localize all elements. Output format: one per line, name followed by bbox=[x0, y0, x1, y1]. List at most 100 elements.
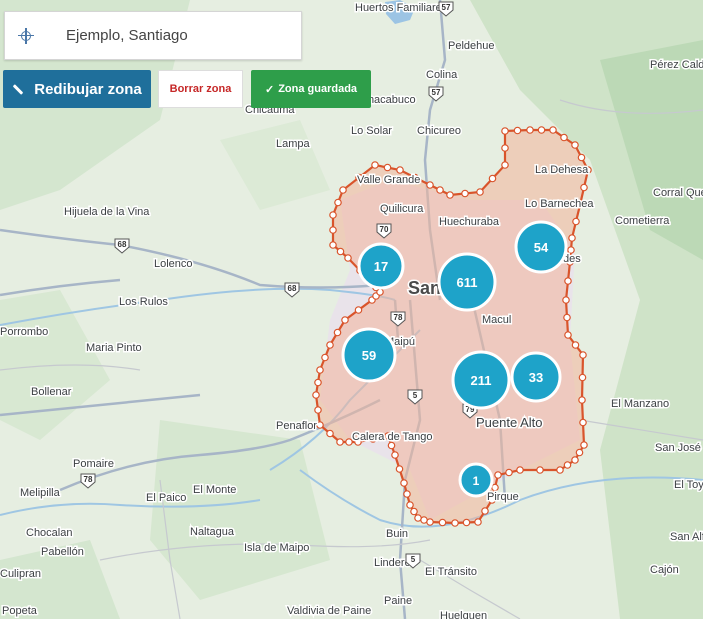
zone-vertex-handle[interactable] bbox=[526, 126, 534, 134]
place-label: Maria Pinto bbox=[86, 342, 142, 354]
zone-vertex-handle[interactable] bbox=[314, 378, 322, 387]
place-label: Culipran bbox=[0, 568, 41, 580]
zone-vertex-handle[interactable] bbox=[571, 341, 580, 349]
zone-vertex-handle[interactable] bbox=[505, 468, 513, 477]
zone-vertex-handle[interactable] bbox=[513, 126, 522, 135]
zone-vertex-handle[interactable] bbox=[400, 479, 408, 487]
zone-vertex-handle[interactable] bbox=[334, 198, 342, 207]
place-label: El Manzano bbox=[611, 398, 669, 410]
zone-vertex-handle[interactable] bbox=[560, 133, 568, 142]
cluster-marker[interactable]: 59 bbox=[341, 327, 397, 383]
zone-vertex-handle[interactable] bbox=[568, 234, 576, 242]
zone-vertex-handle[interactable] bbox=[563, 313, 571, 322]
zone-vertex-handle[interactable] bbox=[336, 438, 344, 446]
zone-vertex-handle[interactable] bbox=[462, 518, 471, 527]
zone-vertex-handle[interactable] bbox=[354, 306, 363, 314]
zone-vertex-handle[interactable] bbox=[446, 191, 454, 199]
zone-vertex-handle[interactable] bbox=[406, 501, 414, 509]
zone-vertex-handle[interactable] bbox=[314, 406, 322, 414]
zone-vertex-handle[interactable] bbox=[451, 519, 459, 527]
zone-vertex-handle[interactable] bbox=[321, 353, 329, 362]
zone-vertex-handle[interactable] bbox=[578, 396, 586, 404]
search-value[interactable]: Ejemplo, Santiago bbox=[66, 27, 188, 44]
zone-vertex-handle[interactable] bbox=[577, 153, 586, 162]
zone-vertex-handle[interactable] bbox=[491, 483, 499, 492]
zone-vertex-handle[interactable] bbox=[403, 490, 411, 498]
zone-vertex-handle[interactable] bbox=[488, 174, 497, 183]
zone-vertex-handle[interactable] bbox=[383, 163, 392, 172]
svg-text:57: 57 bbox=[442, 3, 451, 12]
place-label: Quilicura bbox=[380, 203, 424, 215]
place-label: Popeta bbox=[2, 605, 38, 617]
zone-vertex-handle[interactable] bbox=[580, 183, 588, 192]
zone-vertex-handle[interactable] bbox=[549, 126, 557, 134]
zone-vertex-handle[interactable] bbox=[564, 331, 572, 339]
clear-zone-button[interactable]: Borrar zona bbox=[158, 70, 243, 108]
zone-vertex-handle[interactable] bbox=[329, 226, 337, 234]
zone-vertex-handle[interactable] bbox=[494, 471, 502, 479]
zone-vertex-handle[interactable] bbox=[339, 186, 347, 194]
zone-vertex-handle[interactable] bbox=[536, 466, 544, 474]
zone-vertex-handle[interactable] bbox=[326, 429, 334, 438]
zone-vertex-handle[interactable] bbox=[481, 507, 489, 515]
zone-vertex-handle[interactable] bbox=[461, 189, 469, 198]
cluster-marker[interactable]: 33 bbox=[510, 351, 562, 403]
cluster-marker[interactable]: 211 bbox=[451, 350, 511, 410]
zone-vertex-handle[interactable] bbox=[329, 241, 337, 249]
zone-vertex-handle[interactable] bbox=[501, 127, 509, 135]
zone-vertex-handle[interactable] bbox=[436, 186, 444, 194]
cluster-marker[interactable]: 17 bbox=[357, 242, 405, 290]
zone-vertex-handle[interactable] bbox=[414, 514, 422, 522]
zone-vertex-handle[interactable] bbox=[326, 341, 334, 349]
zone-vertex-handle[interactable] bbox=[562, 296, 570, 304]
zone-vertex-handle[interactable] bbox=[580, 441, 588, 449]
place-label: Pomaire bbox=[73, 458, 114, 470]
location-search[interactable]: Ejemplo, Santiago bbox=[4, 11, 302, 60]
place-label: Melipilla bbox=[20, 487, 61, 499]
place-label: Hijuela de la Vina bbox=[64, 206, 150, 218]
zone-vertex-handle[interactable] bbox=[474, 518, 482, 526]
zone-vertex-handle[interactable] bbox=[333, 328, 342, 337]
zone-vertex-handle[interactable] bbox=[501, 144, 509, 152]
zone-vertex-handle[interactable] bbox=[336, 247, 345, 256]
zone-vertex-handle[interactable] bbox=[572, 217, 580, 226]
zone-vertex-handle[interactable] bbox=[571, 141, 579, 149]
zone-vertex-handle[interactable] bbox=[410, 507, 418, 516]
cluster-marker[interactable]: 54 bbox=[514, 220, 568, 274]
zone-vertex-handle[interactable] bbox=[564, 277, 572, 285]
zone-saved-button[interactable]: ✓ Zona guardada bbox=[251, 70, 371, 108]
zone-vertex-handle[interactable] bbox=[575, 448, 584, 457]
zone-vertex-handle[interactable] bbox=[556, 466, 564, 474]
zone-vertex-handle[interactable] bbox=[537, 126, 546, 134]
zone-vertex-handle[interactable] bbox=[391, 451, 399, 459]
zone-vertex-handle[interactable] bbox=[329, 211, 337, 219]
zone-vertex-handle[interactable] bbox=[341, 316, 349, 324]
zone-vertex-handle[interactable] bbox=[438, 518, 447, 527]
zone-vertex-handle[interactable] bbox=[501, 161, 509, 169]
zone-vertex-handle[interactable] bbox=[387, 441, 396, 450]
zone-vertex-handle[interactable] bbox=[571, 456, 579, 464]
zone-vertex-handle[interactable] bbox=[316, 421, 324, 429]
zone-vertex-handle[interactable] bbox=[578, 373, 587, 382]
zone-vertex-handle[interactable] bbox=[516, 466, 524, 474]
zone-vertex-handle[interactable] bbox=[396, 166, 404, 174]
place-label: Colina bbox=[426, 69, 458, 81]
place-label: San José de Maipo bbox=[655, 442, 703, 454]
zone-vertex-handle[interactable] bbox=[395, 465, 404, 473]
place-label: El Monte bbox=[193, 484, 236, 496]
zone-vertex-handle[interactable] bbox=[316, 366, 324, 374]
cluster-marker[interactable]: 611 bbox=[437, 252, 497, 312]
redraw-zone-button[interactable]: Redibujar zona bbox=[3, 70, 151, 108]
zone-vertex-handle[interactable] bbox=[476, 188, 484, 196]
zone-vertex-handle[interactable] bbox=[563, 461, 572, 469]
zone-vertex-handle[interactable] bbox=[371, 161, 379, 169]
zone-vertex-handle[interactable] bbox=[426, 181, 434, 189]
zone-vertex-handle[interactable] bbox=[579, 351, 587, 359]
svg-text:68: 68 bbox=[118, 240, 127, 249]
zone-vertex-handle[interactable] bbox=[344, 254, 352, 262]
place-label: San Alfonso bbox=[670, 531, 703, 543]
zone-vertex-handle[interactable] bbox=[579, 418, 587, 427]
cluster-marker[interactable]: 1 bbox=[458, 462, 494, 498]
zone-vertex-handle[interactable] bbox=[312, 391, 320, 399]
place-label: El Paico bbox=[146, 492, 186, 504]
